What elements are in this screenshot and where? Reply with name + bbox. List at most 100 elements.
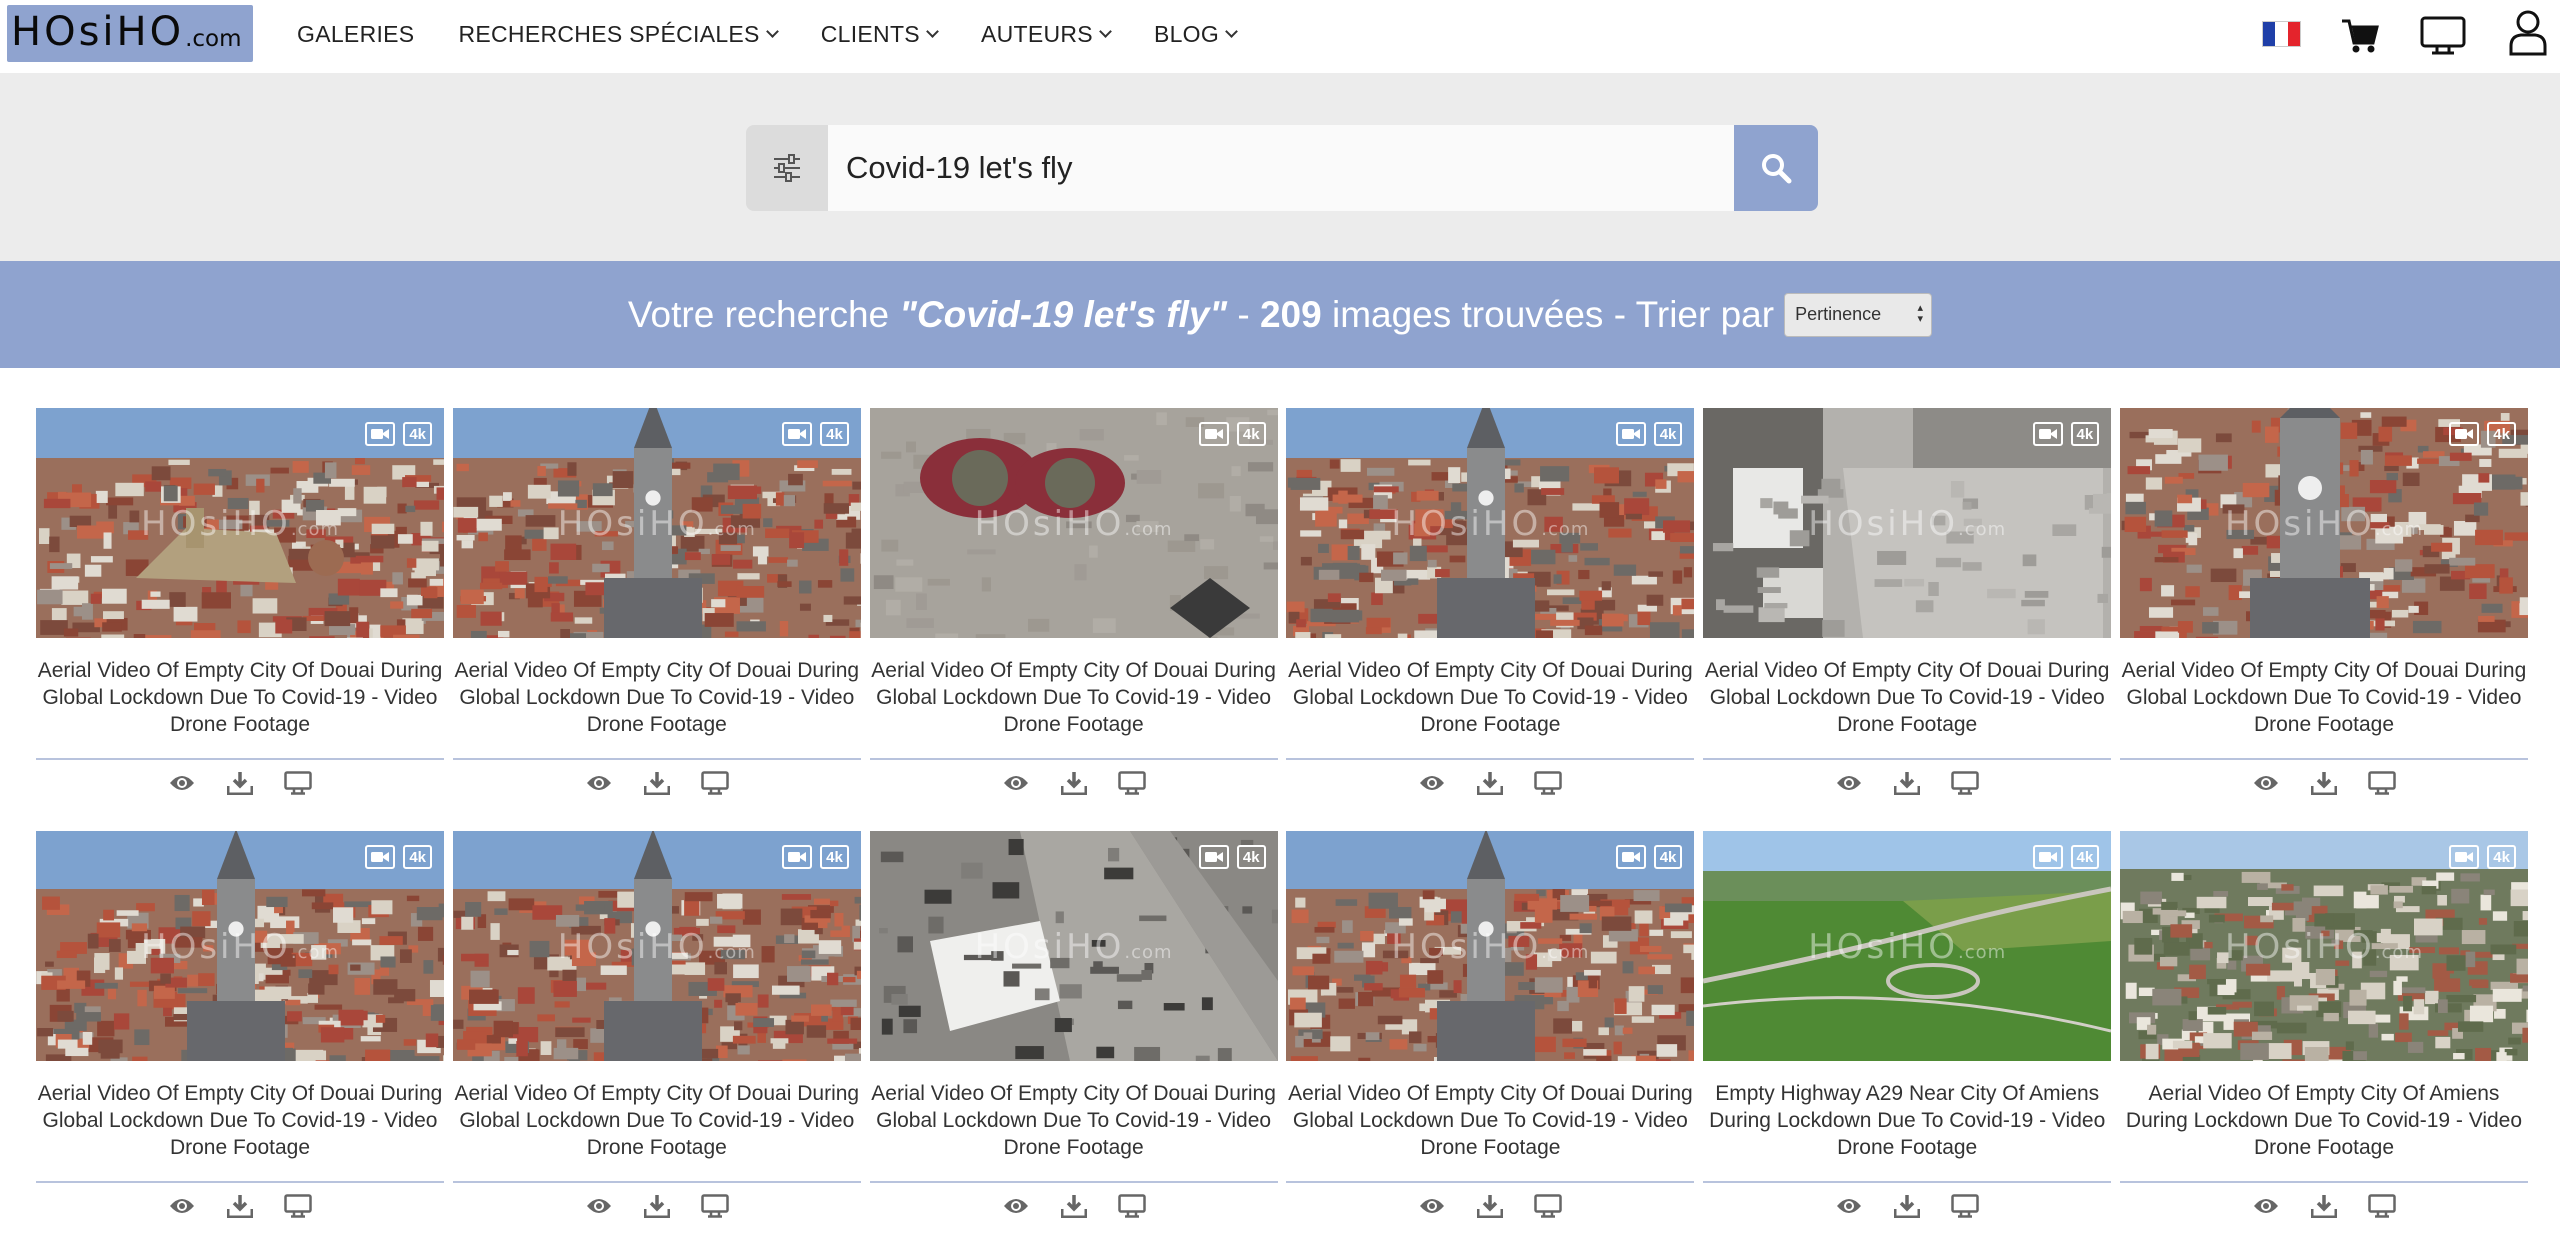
sliders-icon	[774, 154, 800, 182]
download-icon[interactable]	[2308, 1193, 2340, 1219]
video-thumbnail[interactable]: HOsiHO.com 4k	[869, 408, 1278, 638]
result-card[interactable]: HOsiHO.com 4k Aerial Video Of Empty City O…	[2119, 831, 2528, 1246]
card-title[interactable]: Empty Highway A29 Near City Of Amiens Du…	[1703, 1080, 2111, 1161]
monitor-icon[interactable]	[699, 770, 731, 796]
video-thumbnail[interactable]: HOsiHO.com 4k	[1286, 408, 1695, 638]
card-title[interactable]: Aerial Video Of Empty City Of Douai Duri…	[870, 657, 1278, 738]
media-badges: 4k	[365, 845, 432, 869]
nav-galeries[interactable]: GALERIES	[297, 18, 414, 50]
video-thumbnail[interactable]: HOsiHO.com 4k	[2119, 408, 2528, 638]
eye-icon[interactable]	[1000, 770, 1032, 796]
nav-auteurs[interactable]: AUTEURS	[981, 18, 1112, 50]
video-camera-icon	[2449, 422, 2480, 446]
card-title[interactable]: Aerial Video Of Empty City Of Amiens Dur…	[2120, 1080, 2528, 1161]
eye-icon[interactable]	[1416, 1193, 1448, 1219]
eye-icon[interactable]	[2250, 1193, 2282, 1219]
monitor-icon[interactable]	[699, 1193, 731, 1219]
eye-icon[interactable]	[1000, 1193, 1032, 1219]
eye-icon[interactable]	[1416, 770, 1448, 796]
monitor-icon[interactable]	[1116, 1193, 1148, 1219]
eye-icon[interactable]	[583, 1193, 615, 1219]
card-title[interactable]: Aerial Video Of Empty City Of Douai Duri…	[870, 1080, 1278, 1161]
resolution-badge: 4k	[1653, 422, 1683, 446]
result-card[interactable]: HOsiHO.com 4k Aerial Video Of Empty City O…	[36, 408, 444, 831]
result-card[interactable]: HOsiHO.com 4k Aerial Video Of Empty City O…	[869, 831, 1278, 1246]
filter-button[interactable]	[746, 125, 828, 211]
eye-icon[interactable]	[1833, 1193, 1865, 1219]
user-icon[interactable]	[2508, 8, 2548, 61]
eye-icon[interactable]	[583, 770, 615, 796]
download-icon[interactable]	[1474, 770, 1506, 796]
card-actions	[453, 770, 861, 796]
card-title[interactable]: Aerial Video Of Empty City Of Douai Duri…	[1286, 1080, 1694, 1161]
download-icon[interactable]	[1058, 1193, 1090, 1219]
video-thumbnail[interactable]: HOsiHO.com 4k	[36, 408, 444, 638]
search-input[interactable]	[828, 125, 1736, 211]
cart-icon[interactable]	[2340, 17, 2380, 60]
card-divider	[36, 758, 444, 760]
result-card[interactable]: HOsiHO.com 4k Aerial Video Of Empty City O…	[1703, 408, 2112, 831]
monitor-icon[interactable]	[1532, 1193, 1564, 1219]
results-suffix: images trouvées - Trier par	[1321, 293, 1775, 335]
video-thumbnail[interactable]: HOsiHO.com 4k	[2119, 831, 2528, 1061]
download-icon[interactable]	[1058, 770, 1090, 796]
results-count: 209	[1259, 293, 1322, 335]
eye-icon[interactable]	[166, 1193, 198, 1219]
eye-icon[interactable]	[1833, 770, 1865, 796]
flag-fr-icon[interactable]	[2262, 21, 2301, 47]
result-card[interactable]: HOsiHO.com 4k Aerial Video Of Empty City O…	[1286, 408, 1695, 831]
monitor-icon[interactable]	[1949, 770, 1981, 796]
card-title[interactable]: Aerial Video Of Empty City Of Douai Duri…	[36, 1080, 444, 1161]
search-button[interactable]	[1734, 125, 1818, 211]
monitor-icon[interactable]	[1949, 1193, 1981, 1219]
card-title[interactable]: Aerial Video Of Empty City Of Douai Duri…	[2120, 657, 2528, 738]
video-thumbnail[interactable]: HOsiHO.com 4k	[452, 831, 861, 1061]
card-actions	[2120, 1193, 2528, 1219]
eye-icon[interactable]	[2250, 770, 2282, 796]
download-icon[interactable]	[2308, 770, 2340, 796]
result-card[interactable]: HOsiHO.com 4k Aerial Video Of Empty City O…	[452, 831, 861, 1246]
download-icon[interactable]	[1891, 1193, 1923, 1219]
resolution-badge: 4k	[403, 845, 432, 869]
result-card[interactable]: HOsiHO.com 4k Aerial Video Of Empty City O…	[36, 831, 444, 1246]
video-thumbnail[interactable]: HOsiHO.com 4k	[1703, 831, 2112, 1061]
site-logo[interactable]: HOsiHO .com	[7, 5, 253, 62]
card-title[interactable]: Aerial Video Of Empty City Of Douai Duri…	[453, 657, 861, 738]
download-icon[interactable]	[641, 770, 673, 796]
download-icon[interactable]	[224, 1193, 256, 1219]
video-thumbnail[interactable]: HOsiHO.com 4k	[36, 831, 444, 1061]
result-card[interactable]: HOsiHO.com 4k Empty Highway A29 Near City …	[1703, 831, 2112, 1246]
nav-blog[interactable]: BLOG	[1154, 18, 1238, 50]
monitor-icon[interactable]	[282, 770, 314, 796]
card-title[interactable]: Aerial Video Of Empty City Of Douai Duri…	[453, 1080, 861, 1161]
download-icon[interactable]	[1891, 770, 1923, 796]
monitor-icon[interactable]	[1532, 770, 1564, 796]
monitor-icon[interactable]	[1116, 770, 1148, 796]
nav-recherches-speciales[interactable]: RECHERCHES SPÉCIALES	[458, 18, 779, 50]
monitor-icon[interactable]	[2366, 1193, 2398, 1219]
resolution-badge: 4k	[1236, 422, 1266, 446]
result-card[interactable]: HOsiHO.com 4k Aerial Video Of Empty City O…	[869, 408, 1278, 831]
video-thumbnail[interactable]: HOsiHO.com 4k	[869, 831, 1278, 1061]
nav-clients[interactable]: CLIENTS	[821, 18, 939, 50]
video-thumbnail[interactable]: HOsiHO.com 4k	[452, 408, 861, 638]
card-title[interactable]: Aerial Video Of Empty City Of Douai Duri…	[36, 657, 444, 738]
download-icon[interactable]	[1474, 1193, 1506, 1219]
result-card[interactable]: HOsiHO.com 4k Aerial Video Of Empty City O…	[1286, 831, 1695, 1246]
sort-select[interactable]: Pertinence ▴ ▾	[1784, 292, 1933, 337]
eye-icon[interactable]	[166, 770, 198, 796]
download-icon[interactable]	[641, 1193, 673, 1219]
monitor-icon[interactable]	[282, 1193, 314, 1219]
video-thumbnail[interactable]: HOsiHO.com 4k	[1703, 408, 2112, 638]
card-title[interactable]: Aerial Video Of Empty City Of Douai Duri…	[1286, 657, 1694, 738]
card-divider	[1286, 1181, 1695, 1183]
card-divider	[36, 1181, 444, 1183]
video-thumbnail[interactable]: HOsiHO.com 4k	[1286, 831, 1695, 1061]
result-card[interactable]: HOsiHO.com 4k Aerial Video Of Empty City O…	[2119, 408, 2528, 831]
monitor-icon[interactable]	[2366, 770, 2398, 796]
monitor-icon[interactable]	[2420, 16, 2466, 61]
card-title[interactable]: Aerial Video Of Empty City Of Douai Duri…	[1703, 657, 2111, 738]
download-icon[interactable]	[224, 770, 256, 796]
result-card[interactable]: HOsiHO.com 4k Aerial Video Of Empty City O…	[452, 408, 861, 831]
media-badges: 4k	[1615, 422, 1683, 446]
